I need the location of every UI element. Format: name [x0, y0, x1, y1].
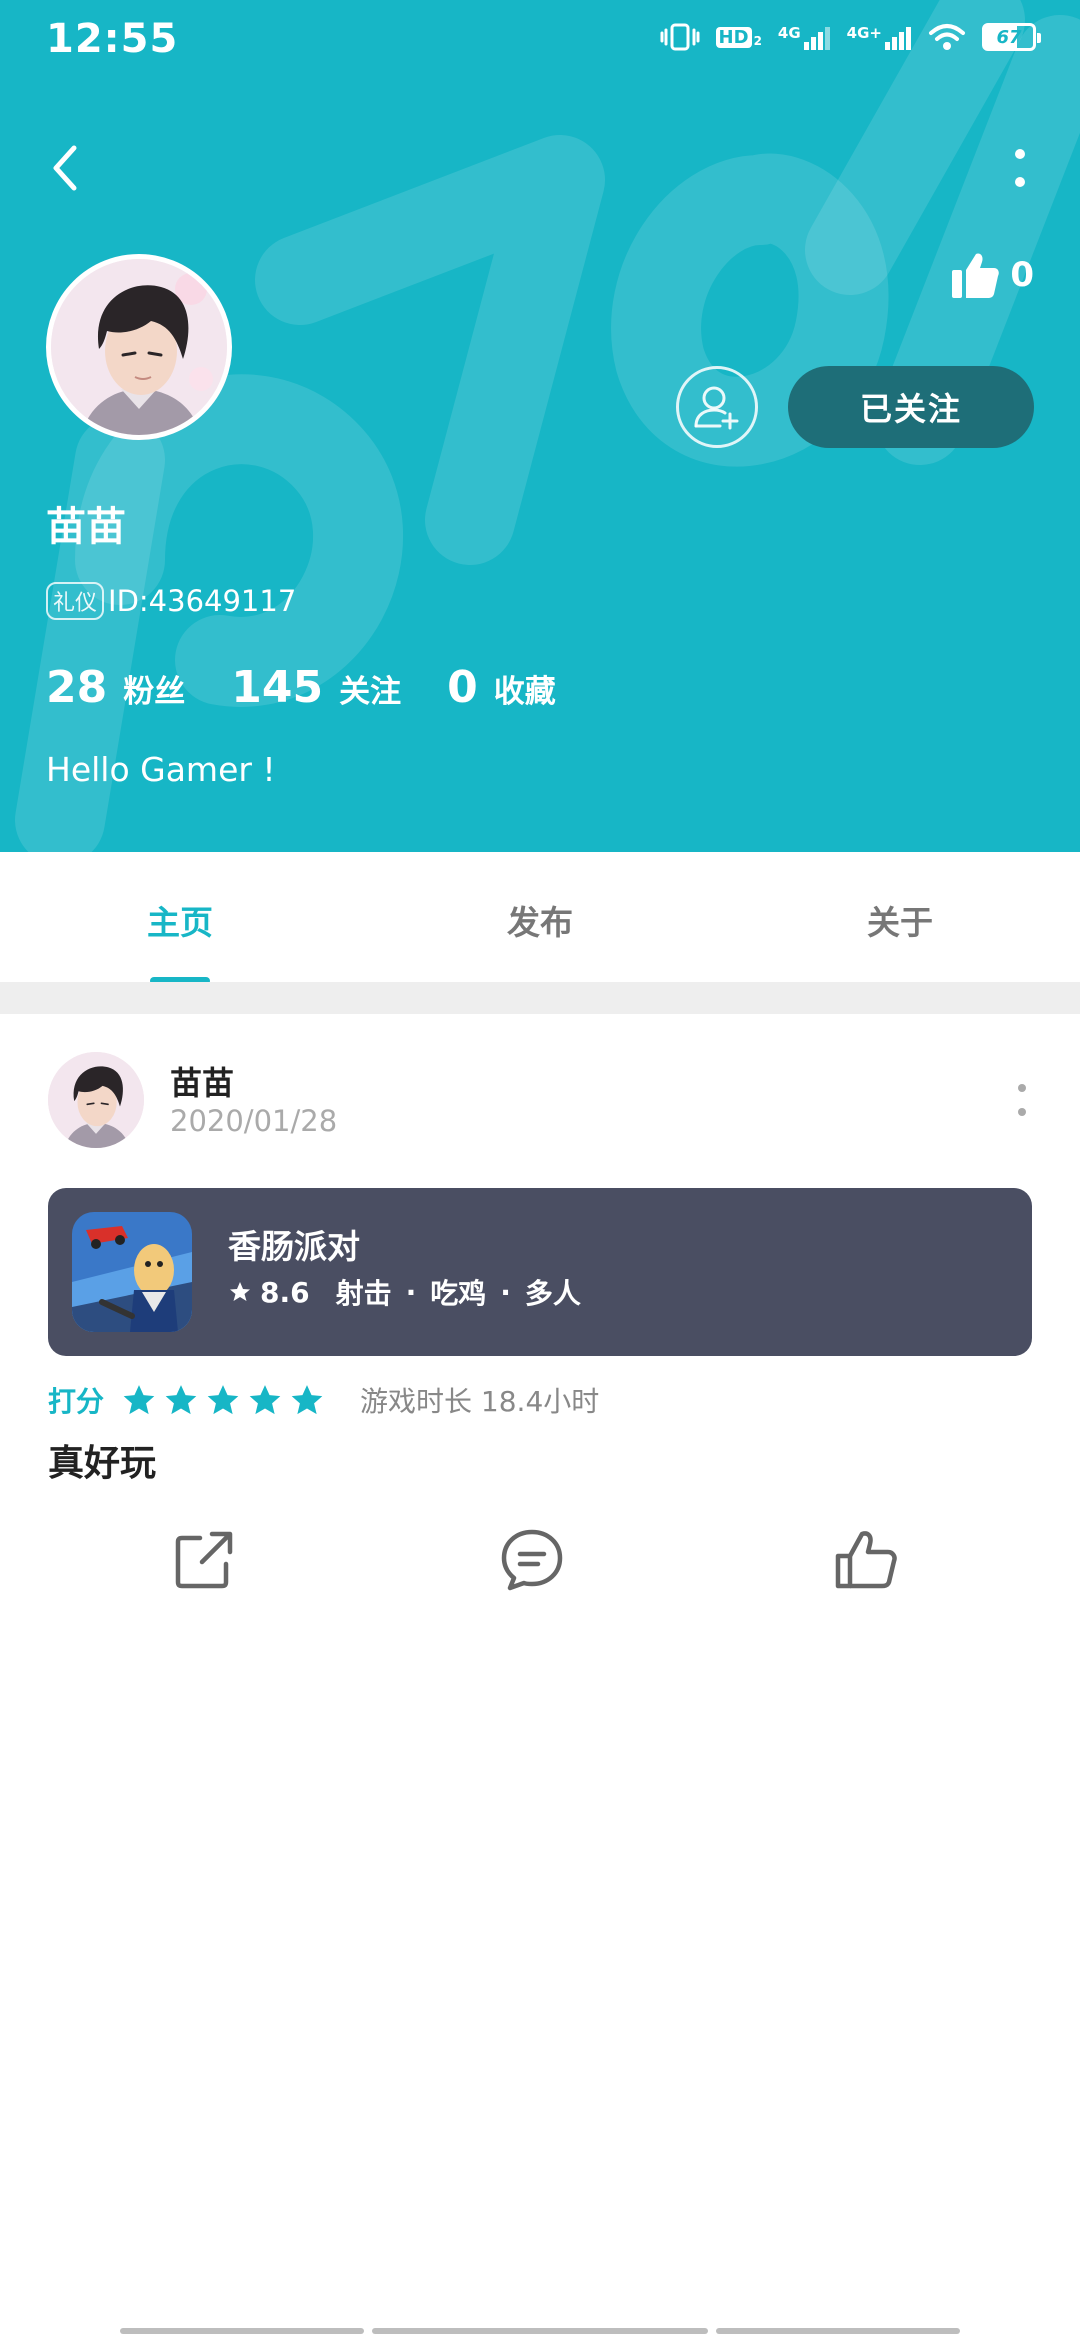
stat-number: 145: [231, 662, 324, 713]
stat-label: 粉丝: [123, 674, 186, 710]
battery-icon: 67: [982, 23, 1041, 51]
signal-2: 4G+: [847, 24, 912, 50]
post-author-name[interactable]: 苗苗: [170, 1058, 234, 1104]
tag-separator: ·: [500, 1275, 511, 1309]
stat-following[interactable]: 145 关注: [231, 662, 401, 713]
status-icons: HD 2 4G 4G+ 67: [660, 22, 1041, 52]
profile-tabs: 主页 发布 关于: [0, 852, 1080, 985]
status-bar: 12:55 HD 2 4G 4G+ 67: [0, 0, 1080, 84]
hd-icon: HD 2: [715, 26, 762, 48]
tab-posts[interactable]: 发布: [360, 896, 720, 944]
add-user-icon: [694, 386, 739, 430]
post-date: 2020/01/28: [170, 1104, 338, 1138]
rating-stars: [122, 1383, 324, 1417]
star-icon: [249, 1385, 281, 1415]
profile-id: ID:43649117: [108, 584, 297, 618]
more-options-button[interactable]: [1000, 136, 1040, 200]
avatar-image: [51, 259, 227, 435]
game-tag: 吃鸡: [430, 1277, 487, 1310]
section-divider: [0, 982, 1080, 1014]
back-button[interactable]: [40, 136, 96, 200]
profile-id-row: 礼仪 ID:43649117: [46, 582, 296, 620]
nav-handle-segment: [120, 2328, 364, 2334]
profile-bio: Hello Gamer !: [46, 750, 276, 789]
avatar-image: [48, 1052, 144, 1148]
game-meta: 8.6 射击 · 吃鸡 · 多人: [228, 1272, 581, 1312]
profile-header: 12:55 HD 2 4G 4G+ 67 0 已关注 苗苗 礼仪 ID:4364…: [0, 0, 1080, 852]
signal-1: 4G: [778, 24, 831, 50]
star-icon: [207, 1385, 239, 1415]
share-button[interactable]: [172, 1528, 236, 1592]
game-tag: 多人: [524, 1277, 581, 1310]
signal-bars-icon: [885, 27, 911, 50]
star-icon: [291, 1385, 323, 1415]
game-score: 8.6: [260, 1275, 310, 1309]
star-icon: [230, 1282, 250, 1301]
stat-label: 关注: [339, 674, 402, 710]
review-text: 真好玩: [48, 1443, 157, 1484]
post-author-avatar[interactable]: [48, 1052, 144, 1148]
playtime: 游戏时长 18.4小时: [360, 1385, 600, 1418]
rating-row: 打分 游戏时长 18.4小时: [48, 1380, 599, 1420]
tab-about[interactable]: 关于: [720, 896, 1080, 944]
stat-favorites[interactable]: 0 收藏: [447, 662, 556, 713]
nav-handle-segment: [716, 2328, 960, 2334]
tab-home[interactable]: 主页: [0, 896, 360, 944]
game-icon: [72, 1212, 192, 1332]
thumbs-up-icon: [952, 253, 1000, 298]
like-count: 0: [1010, 255, 1034, 295]
stat-number: 0: [447, 662, 478, 713]
signal-1-label: 4G: [777, 24, 801, 42]
signal-2-label: 4G+: [846, 24, 882, 42]
follow-status-button[interactable]: 已关注: [788, 366, 1034, 448]
status-time: 12:55: [46, 16, 179, 62]
profile-avatar[interactable]: [46, 254, 232, 440]
profile-name: 苗苗: [46, 504, 126, 550]
star-icon: [123, 1385, 155, 1415]
profile-like[interactable]: 0: [950, 250, 1034, 300]
wifi-icon: [929, 24, 965, 50]
post-more-button[interactable]: [1010, 1080, 1034, 1120]
stat-fans[interactable]: 28 粉丝: [46, 662, 185, 713]
like-button[interactable]: [834, 1528, 898, 1592]
etiquette-badge[interactable]: 礼仪: [46, 582, 105, 620]
tag-separator: ·: [405, 1275, 417, 1309]
stat-number: 28: [46, 662, 108, 713]
rating-label: 打分: [48, 1385, 105, 1418]
add-friend-button[interactable]: [676, 366, 758, 448]
signal-bars-icon: [803, 27, 830, 50]
stat-label: 收藏: [493, 674, 556, 710]
profile-stats: 28 粉丝 145 关注 0 收藏: [46, 662, 602, 713]
game-app-icon: [72, 1212, 192, 1332]
game-name: 香肠派对: [228, 1227, 360, 1266]
hd-label: HD: [715, 26, 752, 48]
battery-level: 67: [996, 26, 1022, 48]
hd-sub: 2: [753, 33, 762, 48]
game-tag: 射击: [335, 1277, 392, 1310]
vibrate-icon: [660, 23, 700, 51]
star-icon: [165, 1385, 197, 1415]
comment-button[interactable]: [500, 1528, 564, 1592]
nav-handle-segment: [372, 2328, 708, 2334]
game-card[interactable]: 香肠派对 8.6 射击 · 吃鸡 · 多人: [48, 1188, 1032, 1356]
